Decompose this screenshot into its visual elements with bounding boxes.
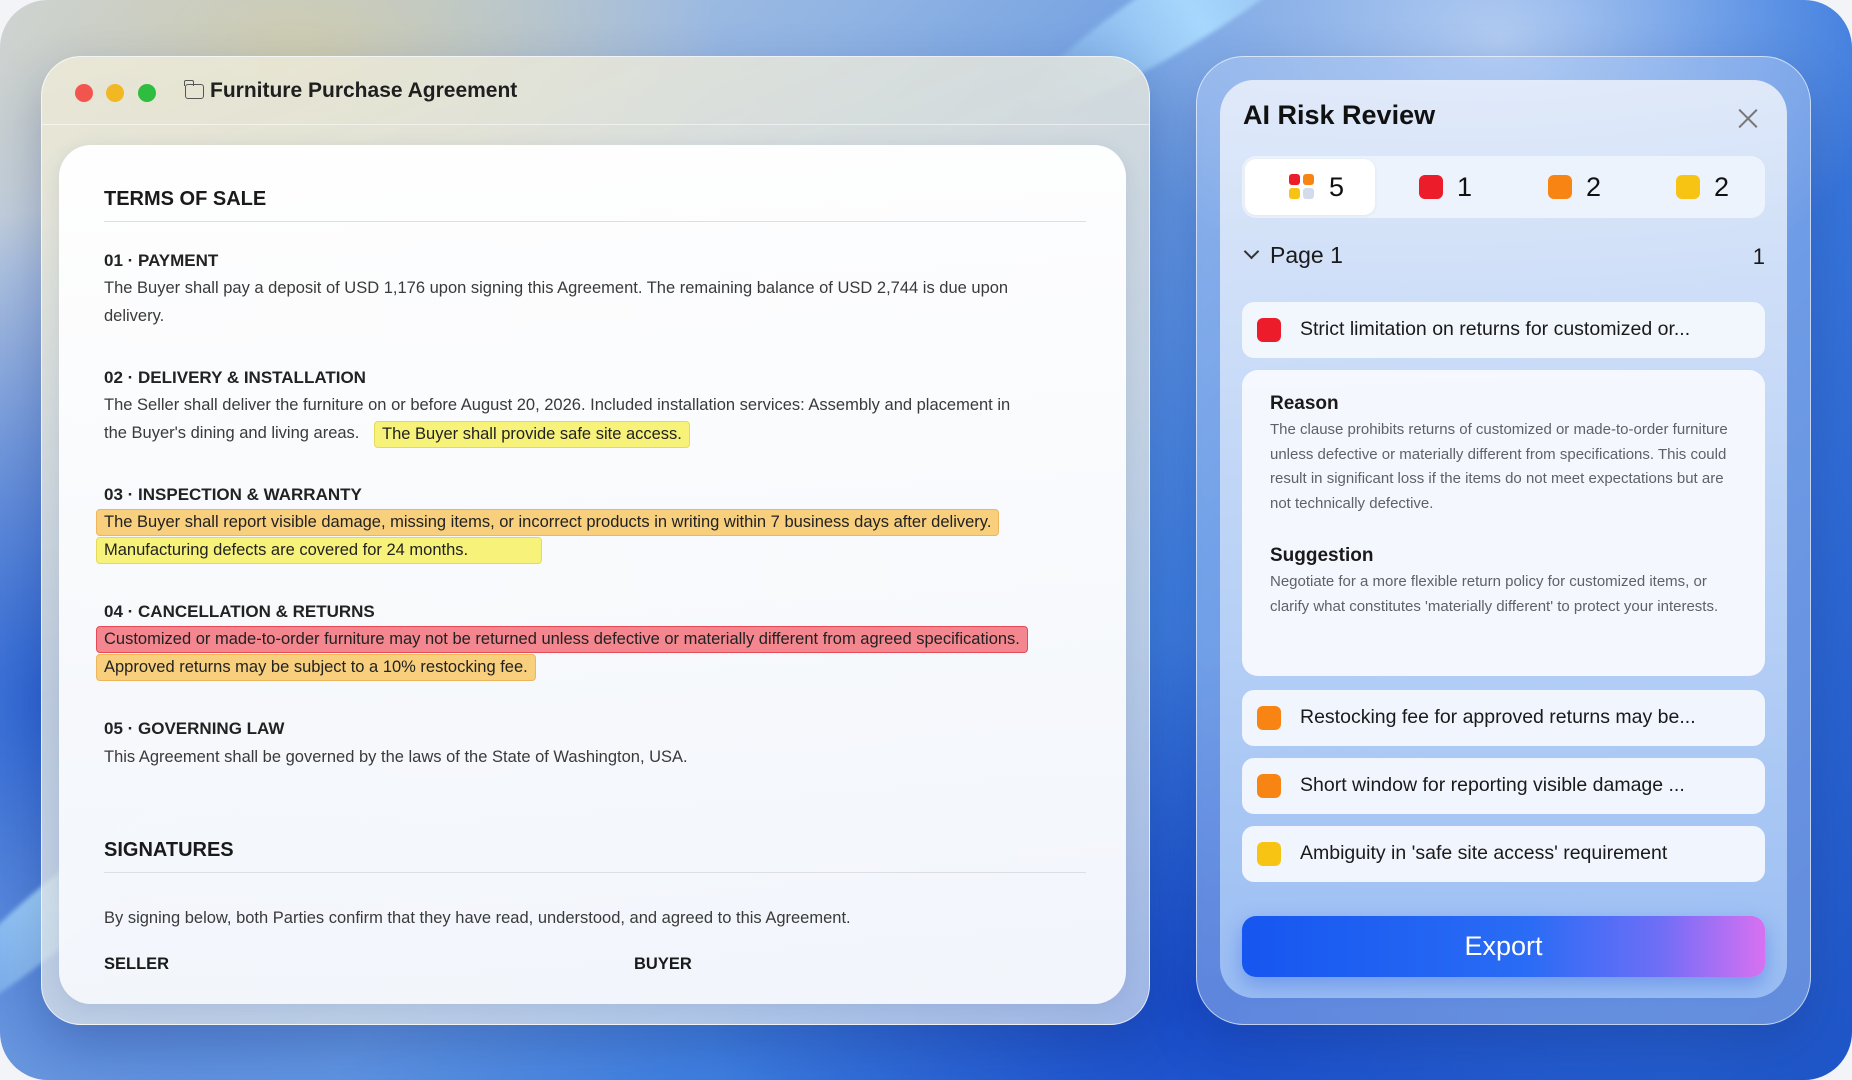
medium-risk-icon <box>1548 175 1572 199</box>
highlight-medium-risk[interactable]: Approved returns may be subject to a 10%… <box>96 654 536 681</box>
medium-risk-icon <box>1257 706 1281 730</box>
filter-all-risks[interactable]: 5 <box>1245 159 1375 215</box>
section-title-terms: TERMS OF SALE <box>104 188 267 210</box>
risk-filter-bar: 5 1 2 2 <box>1242 156 1765 218</box>
filter-medium-risk[interactable]: 2 <box>1504 159 1634 215</box>
ai-risk-review-panel: AI Risk Review 5 1 2 2 Page 1 1 Strict l… <box>1220 80 1787 998</box>
highlight-low-risk[interactable]: The Buyer shall provide safe site access… <box>374 421 690 448</box>
section-title-signatures: SIGNATURES <box>104 839 234 861</box>
filter-low-risk[interactable]: 2 <box>1632 159 1762 215</box>
risk-item-label: Restocking fee for approved returns may … <box>1300 706 1696 728</box>
document-window: Furniture Purchase Agreement TERMS OF SA… <box>41 56 1150 1025</box>
section-divider <box>104 872 1086 873</box>
buyer-label: BUYER <box>634 955 692 973</box>
signatures-text: By signing below, both Parties confirm t… <box>104 909 851 927</box>
risk-item-label: Ambiguity in 'safe site access' requirem… <box>1300 842 1668 864</box>
seller-label: SELLER <box>104 955 170 973</box>
suggestion-text: Negotiate for a more flexible return pol… <box>1270 573 1719 615</box>
highlight-medium-risk[interactable]: The Buyer shall report visible damage, m… <box>96 509 1000 536</box>
clause-heading-inspection: 03 · INSPECTION & WARRANTY <box>104 485 362 504</box>
window-titlebar: Furniture Purchase Agreement <box>42 57 1149 125</box>
all-risks-icon <box>1289 174 1315 200</box>
clause-text: delivery. <box>104 307 165 325</box>
desktop-background: Furniture Purchase Agreement TERMS OF SA… <box>0 0 1852 1080</box>
folder-icon <box>184 80 204 99</box>
suggestion-heading: Suggestion <box>1270 545 1374 566</box>
reason-text: The clause prohibits returns of customiz… <box>1270 421 1728 512</box>
clause-heading-payment: 01 · PAYMENT <box>104 251 219 270</box>
risk-item-high[interactable]: Strict limitation on returns for customi… <box>1242 302 1765 358</box>
clause-heading-delivery: 02 · DELIVERY & INSTALLATION <box>104 368 366 387</box>
high-risk-icon <box>1257 318 1281 342</box>
risk-item-low[interactable]: Ambiguity in 'safe site access' requirem… <box>1242 826 1765 882</box>
high-risk-icon <box>1419 175 1443 199</box>
medium-risk-icon <box>1257 774 1281 798</box>
low-risk-icon <box>1257 842 1281 866</box>
clause-text: This Agreement shall be governed by the … <box>104 748 688 766</box>
panel-title: AI Risk Review <box>1243 100 1436 130</box>
risk-item-medium[interactable]: Restocking fee for approved returns may … <box>1242 690 1765 746</box>
clause-text: The Buyer shall pay a deposit of USD 1,1… <box>104 279 1009 297</box>
document-page[interactable]: TERMS OF SALE 01 · PAYMENT The Buyer sha… <box>59 145 1126 1004</box>
minimize-window-button[interactable] <box>106 84 124 102</box>
risk-detail-card: Reason The clause prohibits returns of c… <box>1242 370 1765 676</box>
section-divider <box>104 221 1086 222</box>
low-risk-icon <box>1676 175 1700 199</box>
risk-item-label: Strict limitation on returns for customi… <box>1300 318 1691 340</box>
filter-count: 2 <box>1714 171 1730 202</box>
clause-text: the Buyer's dining and living areas. <box>104 424 360 442</box>
close-window-button[interactable] <box>75 84 93 102</box>
clause-heading-cancellation: 04 · CANCELLATION & RETURNS <box>104 602 375 621</box>
page-group-label: Page 1 <box>1270 242 1343 268</box>
risk-item-medium[interactable]: Short window for reporting visible damag… <box>1242 758 1765 814</box>
zoom-window-button[interactable] <box>138 84 156 102</box>
highlight-low-risk[interactable]: Manufacturing defects are covered for 24… <box>96 537 542 564</box>
highlight-high-risk[interactable]: Customized or made-to-order furniture ma… <box>96 626 1028 653</box>
filter-count: 5 <box>1329 171 1345 202</box>
export-button[interactable]: Export <box>1242 916 1765 977</box>
filter-count: 2 <box>1586 171 1602 202</box>
clause-heading-governing-law: 05 · GOVERNING LAW <box>104 719 285 738</box>
close-icon[interactable] <box>1737 107 1759 129</box>
clause-text: The Seller shall deliver the furniture o… <box>104 396 1011 414</box>
page-group-header[interactable]: Page 1 1 <box>1242 240 1765 274</box>
filter-count: 1 <box>1457 171 1473 202</box>
filter-high-risk[interactable]: 1 <box>1375 159 1505 215</box>
page-group-count: 1 <box>1752 244 1765 269</box>
reason-heading: Reason <box>1270 393 1339 414</box>
window-title: Furniture Purchase Agreement <box>210 79 518 102</box>
risk-item-label: Short window for reporting visible damag… <box>1300 774 1685 796</box>
chevron-down-icon <box>1243 243 1260 260</box>
